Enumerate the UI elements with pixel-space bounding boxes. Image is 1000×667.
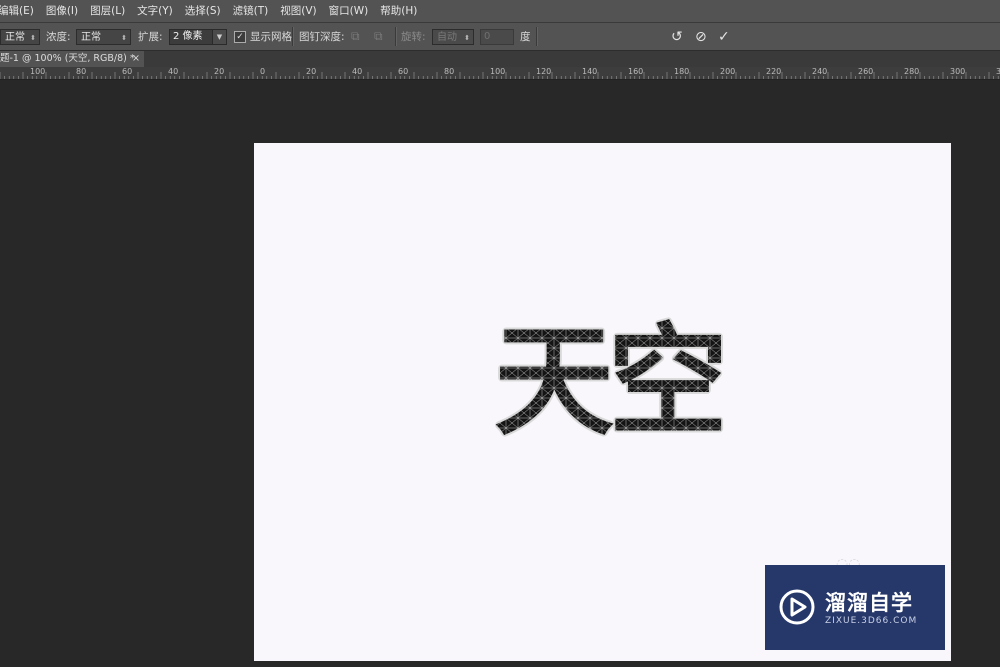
divider — [536, 27, 538, 46]
divider — [395, 27, 397, 46]
ruler-label: 220 — [766, 67, 782, 76]
ruler-label: 100 — [490, 67, 506, 76]
document-tab[interactable]: 题-1 @ 100% (天空, RGB/8) * × — [0, 51, 144, 67]
ruler-label: 80 — [444, 67, 455, 76]
pin-backward-icon[interactable]: ⧉ — [374, 29, 383, 44]
density-select[interactable]: 正常 ⬍ — [76, 28, 131, 45]
horizontal-ruler: 100 80 60 40 20 0 20 40 60 80 100 120 140 160 180 200 22… — [0, 67, 1000, 80]
commit-check-icon[interactable]: ✓ — [718, 29, 730, 45]
show-mesh-checkbox[interactable]: ✓ — [234, 30, 246, 43]
ruler-label: 180 — [674, 67, 690, 76]
rotate-select[interactable]: 自动 ⬍ — [432, 28, 474, 45]
updown-icon: ⬍ — [30, 33, 36, 42]
ruler-label: 120 — [536, 67, 552, 76]
pin-depth-label: 图钉深度: — [299, 31, 345, 43]
mode-select-value: 正常 — [5, 31, 25, 43]
undo-icon[interactable]: ↺ — [671, 29, 683, 45]
ruler-label: 0 — [260, 67, 266, 76]
ruler-label: 80 — [76, 67, 87, 76]
ruler-label: 32 — [996, 67, 1000, 76]
expand-combo[interactable]: 2 像素 ▼ — [169, 28, 227, 45]
watermark-title: 溜溜自学 — [825, 591, 913, 615]
menu-item-6[interactable]: 视图(V) — [274, 0, 322, 22]
menu-item-4[interactable]: 选择(S) — [179, 0, 227, 22]
play-logo-icon — [779, 589, 815, 625]
expand-label: 扩展: — [138, 31, 163, 43]
menu-item-8[interactable]: 帮助(H) — [374, 0, 423, 22]
watermark-badge: 溜溜自学 ZIXUE.3D66.COM — [765, 565, 945, 650]
menu-item-0[interactable]: 编辑(E) — [0, 0, 40, 22]
ruler-label: 60 — [398, 67, 409, 76]
ruler-label: 280 — [904, 67, 920, 76]
menu-item-5[interactable]: 滤镜(T) — [227, 0, 275, 22]
show-mesh-label: 显示网格 — [250, 31, 292, 43]
ruler-label: 240 — [812, 67, 828, 76]
ruler-label: 160 — [628, 67, 644, 76]
density-select-value: 正常 — [81, 31, 101, 43]
warp-mesh-overlay: 天空 — [494, 313, 722, 452]
cancel-icon[interactable]: ⊘ — [695, 29, 707, 45]
ruler-label: 40 — [352, 67, 363, 76]
puppet-warp-text-art[interactable]: 天空 天空 — [476, 303, 746, 453]
rotate-degrees-field[interactable]: 0 — [480, 28, 514, 45]
rotate-label: 旋转: — [401, 31, 426, 43]
chevron-down-icon[interactable]: ▼ — [213, 28, 227, 45]
ruler-label: 300 — [950, 67, 966, 76]
ruler-label: 260 — [858, 67, 874, 76]
close-icon[interactable]: × — [132, 51, 140, 67]
ruler-label: 200 — [720, 67, 736, 76]
ruler-label: 140 — [582, 67, 598, 76]
ruler-label: 100 — [30, 67, 46, 76]
menu-item-7[interactable]: 窗口(W) — [323, 0, 375, 22]
ruler-label: 60 — [122, 67, 133, 76]
ruler-label: 40 — [168, 67, 179, 76]
menu-item-2[interactable]: 图层(L) — [84, 0, 131, 22]
mode-select[interactable]: 正常 ⬍ — [0, 28, 40, 45]
document-tab-title: 题-1 @ 100% (天空, RGB/8) * — [0, 53, 135, 64]
ruler-label: 20 — [306, 67, 317, 76]
density-label: 浓度: — [46, 31, 71, 43]
menu-bar: 编辑(E) 图像(I) 图层(L) 文字(Y) 选择(S) 滤镜(T) 视图(V) 窗口(W)… — [0, 0, 1000, 23]
updown-icon: ⬍ — [121, 33, 127, 42]
watermark-url: ZIXUE.3D66.COM — [825, 616, 918, 626]
degree-unit: 度 — [520, 31, 531, 43]
menu-item-1[interactable]: 图像(I) — [40, 0, 84, 22]
options-bar: 正常 ⬍ 浓度: 正常 ⬍ 扩展: 2 像素 ▼ ✓ 显示网格 图钉深度: ⧉ ⧉ … — [0, 23, 1000, 51]
divider — [292, 27, 294, 46]
rotate-select-value: 自动 — [437, 31, 457, 43]
pin-forward-icon[interactable]: ⧉ — [351, 29, 360, 44]
ruler-label: 20 — [214, 67, 225, 76]
expand-field[interactable]: 2 像素 — [169, 28, 213, 45]
document-tab-bar: 题-1 @ 100% (天空, RGB/8) * × — [0, 51, 1000, 67]
updown-icon: ⬍ — [464, 33, 470, 42]
menu-item-3[interactable]: 文字(Y) — [131, 0, 179, 22]
